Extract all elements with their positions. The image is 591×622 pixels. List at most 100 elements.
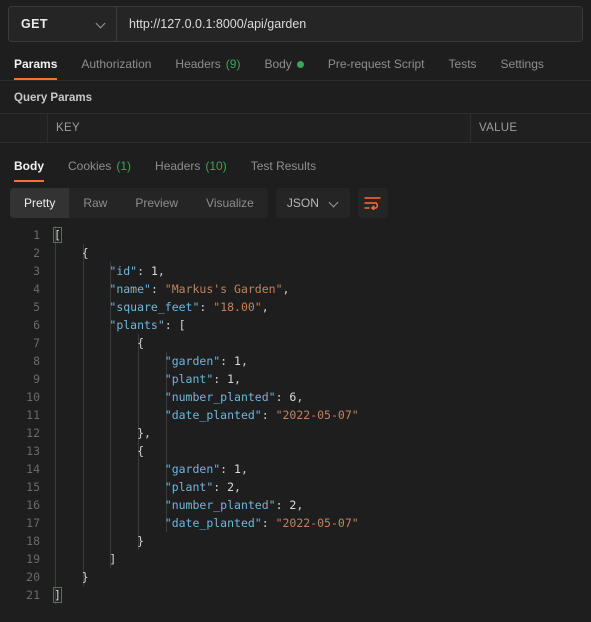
tab-tests[interactable]: Tests — [437, 48, 489, 80]
tab-pre-request-script[interactable]: Pre-request Script — [316, 48, 437, 80]
json-line-content: "number_planted": 2, — [46, 496, 304, 514]
json-token-str: "2022-05-07" — [275, 516, 359, 530]
request-tabs: Params Authorization Headers (9) Body Pr… — [0, 48, 591, 81]
json-token-punc: , — [157, 264, 165, 278]
json-token-brk: ] — [109, 552, 117, 566]
word-wrap-icon — [364, 197, 382, 210]
json-line-content: "plant": 1, — [46, 370, 241, 388]
tab-headers[interactable]: Headers (9) — [163, 48, 252, 80]
json-token-punc: , — [240, 462, 248, 476]
view-mode-pretty[interactable]: Pretty — [10, 188, 70, 218]
http-method-select[interactable]: GET — [9, 7, 117, 41]
json-line-content: "date_planted": "2022-05-07" — [46, 406, 359, 424]
tab-headers-count: (9) — [225, 57, 241, 71]
line-number: 2 — [33, 246, 40, 260]
json-line-content: "date_planted": "2022-05-07" — [46, 514, 359, 532]
json-line: 20 } — [0, 568, 591, 586]
json-token-punc: , — [296, 498, 304, 512]
line-number: 8 — [33, 354, 40, 368]
tab-authorization[interactable]: Authorization — [69, 48, 163, 80]
json-token-punc: , — [234, 480, 241, 494]
json-token-punc: , — [296, 390, 304, 404]
json-line: 9 "plant": 1, — [0, 370, 591, 388]
json-token-key: "garden" — [164, 462, 221, 476]
json-token-punc: : — [261, 408, 276, 422]
json-line: 8 "garden": 1, — [0, 352, 591, 370]
params-column-value: VALUE — [479, 122, 518, 134]
json-token-num: 1 — [227, 372, 235, 386]
response-view-mode-group: Pretty Raw Preview Visualize — [10, 188, 268, 218]
line-number: 13 — [26, 444, 40, 458]
response-tab-test-results[interactable]: Test Results — [239, 149, 328, 182]
response-tab-headers-count: (10) — [205, 158, 227, 173]
json-token-key: "number_planted" — [164, 498, 276, 512]
line-number: 19 — [26, 552, 40, 566]
json-token-brk: } — [137, 534, 145, 548]
line-number: 9 — [33, 372, 40, 386]
tab-pre-request-script-label: Pre-request Script — [327, 57, 425, 71]
line-number: 15 — [26, 480, 40, 494]
response-tab-body-label: Body — [14, 158, 44, 173]
json-line: 6 "plants": [ — [0, 316, 591, 334]
json-token-punc: : — [213, 372, 228, 386]
json-token-punc: : — [275, 498, 290, 512]
json-line: 7 { — [0, 334, 591, 352]
json-token-key: "square_feet" — [109, 300, 200, 314]
json-line: 1[ — [0, 226, 591, 244]
view-mode-visualize[interactable]: Visualize — [192, 188, 268, 218]
json-token-punc: : — [275, 390, 290, 404]
json-line-content: "garden": 1, — [46, 460, 248, 478]
response-tab-cookies-label: Cookies — [68, 158, 112, 173]
line-number: 1 — [33, 228, 40, 242]
json-token-num: 1 — [234, 354, 241, 368]
view-mode-preview[interactable]: Preview — [121, 188, 192, 218]
json-line-content: { — [46, 334, 144, 352]
request-url-input[interactable]: http://127.0.0.1:8000/api/garden — [117, 7, 582, 41]
json-line-content: ] — [46, 550, 116, 568]
json-line: 12 }, — [0, 424, 591, 442]
json-line-content: } — [46, 532, 144, 550]
json-code-block: 1[2 {3 "id": 1, 4 "name": "Markus's Garde… — [0, 224, 591, 604]
json-line: 11 "date_planted": "2022-05-07" — [0, 406, 591, 424]
line-number: 7 — [33, 336, 40, 350]
json-line-content: } — [46, 568, 89, 586]
json-token-num: 1 — [234, 462, 241, 476]
tab-body[interactable]: Body — [252, 48, 315, 80]
tab-tests-label: Tests — [448, 57, 477, 71]
word-wrap-button[interactable] — [357, 188, 388, 218]
json-token-key: "plant" — [164, 480, 214, 494]
json-token-punc: : — [213, 480, 228, 494]
view-mode-raw[interactable]: Raw — [69, 188, 121, 218]
json-line: 3 "id": 1, — [0, 262, 591, 280]
json-line-content: }, — [46, 424, 151, 442]
response-tab-test-results-label: Test Results — [250, 158, 317, 173]
response-format-select[interactable]: JSON — [275, 188, 350, 218]
tab-settings[interactable]: Settings — [489, 48, 556, 80]
json-line-content: { — [46, 442, 144, 460]
tab-params[interactable]: Params — [14, 48, 69, 80]
response-tab-body[interactable]: Body — [14, 149, 56, 182]
json-token-str: "18.00" — [213, 300, 262, 314]
json-token-punc: , — [144, 426, 151, 440]
line-number: 10 — [26, 390, 40, 404]
json-token-brk-hl: ] — [53, 587, 62, 603]
json-line: 4 "name": "Markus's Garden", — [0, 280, 591, 298]
json-token-punc: : — [150, 282, 165, 296]
url-box: GET http://127.0.0.1:8000/api/garden — [8, 6, 583, 42]
json-token-punc: : — [261, 516, 276, 530]
response-format-label: JSON — [286, 196, 319, 210]
chevron-down-icon — [96, 19, 106, 29]
line-number: 18 — [26, 534, 40, 548]
json-line-content: ] — [46, 586, 62, 604]
response-body-viewer[interactable]: 1[2 {3 "id": 1, 4 "name": "Markus's Garde… — [0, 224, 591, 622]
json-token-key: "name" — [109, 282, 151, 296]
json-line-content: "square_feet": "18.00", — [46, 298, 268, 316]
response-tab-headers[interactable]: Headers (10) — [143, 149, 239, 182]
json-token-punc: : — [137, 264, 151, 278]
response-tab-cookies[interactable]: Cookies (1) — [56, 149, 143, 182]
json-line: 17 "date_planted": "2022-05-07" — [0, 514, 591, 532]
json-line: 2 { — [0, 244, 591, 262]
request-url-bar: GET http://127.0.0.1:8000/api/garden — [0, 0, 591, 48]
json-token-brk: [ — [178, 318, 186, 332]
params-checkbox-gutter — [0, 114, 48, 142]
